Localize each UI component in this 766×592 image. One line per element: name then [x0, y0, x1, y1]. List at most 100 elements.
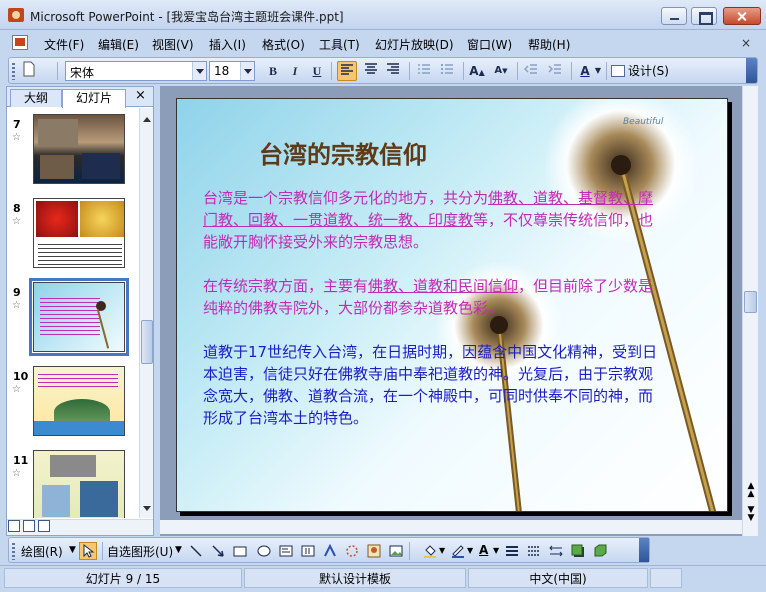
prev-slide-icon[interactable]: ▲ ▲: [745, 482, 757, 499]
bold-button[interactable]: B: [263, 61, 283, 81]
menu-insert[interactable]: 插入(I): [209, 36, 246, 53]
menu-tools[interactable]: 工具(T): [319, 36, 360, 53]
line-color-icon[interactable]: [451, 544, 465, 558]
close-document-button[interactable]: ×: [741, 36, 751, 50]
normal-view-icon[interactable]: [8, 520, 20, 532]
line-style-icon[interactable]: [505, 544, 519, 558]
arrow-style-icon[interactable]: [549, 544, 563, 558]
clip-art-icon[interactable]: [367, 544, 381, 558]
slide-thumbnail[interactable]: [33, 450, 125, 518]
align-left-button[interactable]: [337, 61, 357, 81]
increase-indent-icon[interactable]: [545, 61, 565, 81]
close-panel-button[interactable]: ×: [135, 88, 146, 103]
toolbar-options-button[interactable]: [639, 538, 649, 562]
slide-thumbnail[interactable]: [33, 114, 125, 184]
chevron-down-icon[interactable]: ▼: [493, 546, 499, 555]
chevron-down-icon[interactable]: ▼: [593, 61, 603, 81]
slide-thumbnail-row[interactable]: 11 ☆: [7, 444, 139, 518]
italic-button[interactable]: I: [285, 61, 305, 81]
slideshow-view-icon[interactable]: [38, 520, 50, 532]
numbered-list-icon[interactable]: [414, 61, 434, 81]
powerpoint-app-icon[interactable]: [8, 8, 24, 22]
menu-file[interactable]: 文件(F): [44, 36, 84, 53]
minimize-button[interactable]: [661, 7, 687, 25]
menu-help[interactable]: 帮助(H): [528, 36, 570, 53]
close-window-button[interactable]: [723, 7, 761, 25]
scroll-down-icon[interactable]: [141, 502, 153, 516]
menu-window[interactable]: 窗口(W): [467, 36, 512, 53]
arrow-tool-icon[interactable]: [211, 544, 225, 558]
slide-thumbnail-row[interactable]: 10 ☆: [7, 360, 139, 440]
font-color-icon[interactable]: A: [479, 543, 488, 557]
view-buttons: [8, 520, 58, 534]
scrollbar-thumb[interactable]: [744, 291, 757, 313]
line-tool-icon[interactable]: [189, 544, 203, 558]
chevron-down-icon[interactable]: ▼: [467, 546, 473, 555]
oval-tool-icon[interactable]: [257, 544, 271, 558]
chevron-down-icon[interactable]: [192, 62, 206, 80]
scroll-up-icon[interactable]: [141, 110, 153, 124]
toolbar-separator: [517, 62, 518, 80]
rectangle-tool-icon[interactable]: [233, 544, 247, 558]
decrease-font-size-icon[interactable]: A▼: [491, 61, 511, 81]
diagram-icon[interactable]: [345, 544, 359, 558]
chevron-down-icon[interactable]: ▼: [69, 545, 76, 555]
slide-paragraph-2[interactable]: 在传统宗教方面，主要有佛教、道教和民间信仰，但目前除了少数是纯粹的佛教寺院外，大…: [203, 275, 659, 319]
slide-paragraph-3[interactable]: 道教于17世纪传入台湾，在日据时期，因蕴含中国文化精神，受到日本迫害，信徒只好在…: [203, 341, 659, 429]
slide-thumbnail[interactable]: [33, 198, 125, 268]
design-button[interactable]: 设计(S): [611, 61, 669, 81]
thumbnail-scrollbar[interactable]: [139, 108, 153, 518]
align-center-button[interactable]: [361, 61, 381, 81]
tab-slides[interactable]: 幻灯片: [62, 89, 126, 108]
slide-thumbnail[interactable]: [33, 366, 125, 436]
draw-menu-button[interactable]: 绘图(R): [21, 543, 63, 560]
current-slide[interactable]: Beautiful 台湾的宗教信仰 台湾是一个宗教信仰多元化的地方，共分为佛教、…: [176, 98, 728, 512]
increase-font-size-icon[interactable]: A▲: [467, 61, 487, 81]
bullet-list-icon[interactable]: [437, 61, 457, 81]
menu-slideshow[interactable]: 幻灯片放映(D): [375, 36, 454, 53]
toolbar-options-button[interactable]: [746, 58, 757, 83]
toolbar-grip[interactable]: [12, 543, 15, 560]
document-icon[interactable]: [12, 35, 28, 50]
slide-thumbnail-selected[interactable]: [29, 278, 129, 356]
3d-style-icon[interactable]: [593, 544, 607, 558]
menu-edit[interactable]: 编辑(E): [98, 36, 139, 53]
slide-thumbnail-row[interactable]: 7 ☆: [7, 108, 139, 188]
editor-scrollbar[interactable]: ▲ ▲ ▼ ▼: [742, 86, 758, 536]
chevron-down-icon[interactable]: ▼: [175, 545, 182, 555]
toolbar-grip[interactable]: [12, 63, 15, 80]
autoshapes-menu-button[interactable]: 自选图形(U): [107, 543, 173, 560]
decrease-indent-icon[interactable]: [521, 61, 541, 81]
menu-format[interactable]: 格式(O): [262, 36, 305, 53]
vertical-text-box-icon[interactable]: [301, 544, 315, 558]
shadow-style-icon[interactable]: [571, 544, 585, 558]
font-name-select[interactable]: 宋体: [65, 61, 207, 81]
new-document-icon[interactable]: [19, 61, 39, 81]
editor-hscrollbar[interactable]: [160, 520, 742, 534]
slide-paragraph-1[interactable]: 台湾是一个宗教信仰多元化的地方，共分为佛教、道教、基督教、摩门教、回教、一贯道教…: [203, 187, 659, 253]
scrollbar-thumb[interactable]: [141, 320, 153, 364]
menu-view[interactable]: 视图(V): [152, 36, 194, 53]
align-right-button[interactable]: [383, 61, 403, 81]
design-template-status[interactable]: 默认设计模板: [244, 568, 466, 588]
slide-thumbnail-row[interactable]: 8 ☆: [7, 192, 139, 272]
next-slide-icon[interactable]: ▼ ▼: [745, 506, 757, 523]
slide-sorter-view-icon[interactable]: [23, 520, 35, 532]
select-objects-icon[interactable]: [79, 542, 97, 560]
text-box-icon[interactable]: [279, 544, 293, 558]
font-color-button[interactable]: A: [575, 61, 595, 81]
insert-picture-icon[interactable]: [389, 544, 403, 558]
toolbar-separator: [57, 62, 58, 80]
underline-button[interactable]: U: [307, 61, 327, 81]
dash-style-icon[interactable]: [527, 544, 541, 558]
chevron-down-icon[interactable]: ▼: [439, 546, 445, 555]
maximize-button[interactable]: [691, 7, 717, 25]
font-size-select[interactable]: 18: [209, 61, 255, 81]
chevron-down-icon[interactable]: [240, 62, 254, 80]
wordart-icon[interactable]: [323, 544, 337, 558]
slide-title[interactable]: 台湾的宗教信仰: [259, 135, 427, 170]
fill-color-icon[interactable]: [423, 544, 437, 558]
tab-outline[interactable]: 大纲: [10, 89, 62, 107]
slide-thumbnail-row[interactable]: 9 ☆: [7, 276, 139, 356]
toolbar-separator: [463, 62, 464, 80]
